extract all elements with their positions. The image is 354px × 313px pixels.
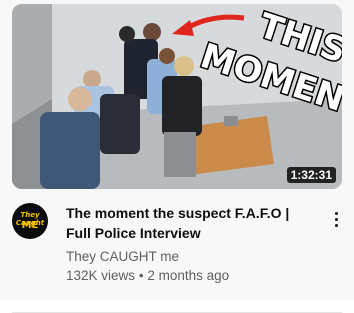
video-title[interactable]: The moment the suspect F.A.F.O | Full Po… [66, 203, 316, 243]
avatar-line2: ME [21, 220, 39, 231]
video-card[interactable]: THIS MOMENT 1:32:31 They Caught ME The m… [0, 0, 354, 300]
upload-age: 2 months ago [147, 268, 230, 283]
channel-avatar[interactable]: They Caught ME [12, 203, 48, 239]
video-stats: 132K views • 2 months ago [66, 267, 229, 285]
video-thumbnail[interactable]: THIS MOMENT 1:32:31 [12, 4, 342, 189]
view-count: 132K views [66, 268, 136, 283]
video-meta: They Caught ME The moment the suspect F.… [12, 203, 354, 293]
duration-badge: 1:32:31 [286, 167, 336, 183]
thumbnail-scene: THIS MOMENT [12, 4, 342, 189]
channel-name[interactable]: They CAUGHT me [66, 248, 179, 266]
stats-separator: • [138, 268, 144, 283]
vertical-ellipsis-icon[interactable] [328, 209, 344, 233]
